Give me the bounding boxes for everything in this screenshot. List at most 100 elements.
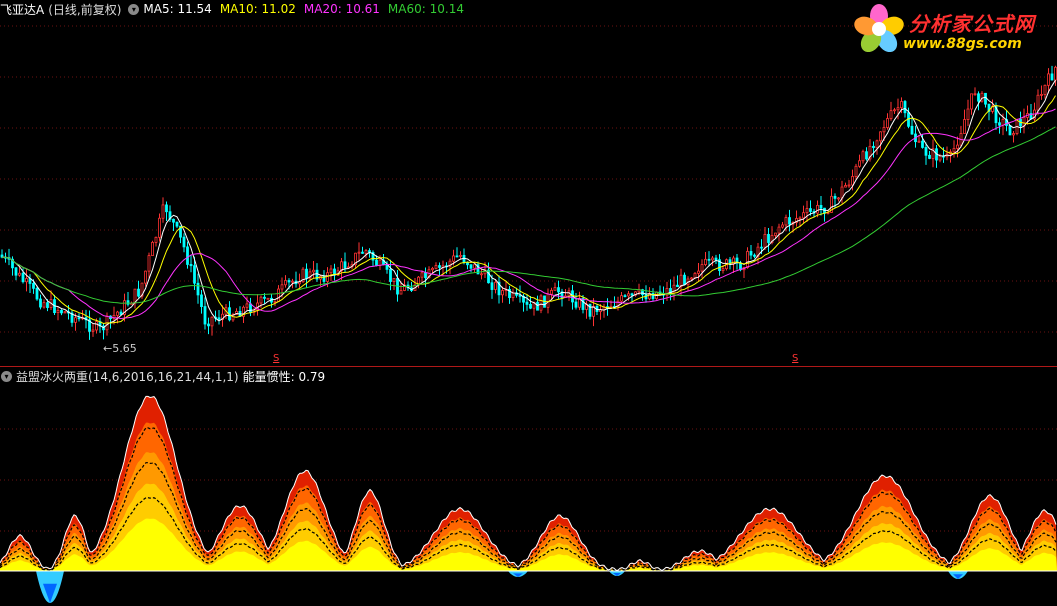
candle-body: [623, 295, 627, 298]
candle-body: [998, 122, 1001, 126]
candle-body: [375, 259, 378, 266]
ma20-label: MA20: 10.61: [303, 2, 380, 16]
watermark-url: www.88gs.com: [903, 36, 1022, 52]
candle-body: [466, 262, 469, 266]
candle-body: [956, 144, 959, 149]
candle-body: [151, 242, 154, 257]
candle-body: [147, 255, 151, 272]
ma10-line: [1, 95, 1056, 325]
ma60-line: [1, 126, 1056, 304]
candle-body: [774, 232, 777, 236]
chevron-down-icon[interactable]: ▾: [1, 370, 12, 382]
candle-body: [700, 264, 704, 272]
candle-body: [431, 267, 434, 271]
price-chart-panel[interactable]: 飞亚达A (日线,前复权) ▾ MA5: 11.54 MA10: 11.02 M…: [0, 0, 1057, 366]
candle-body: [672, 284, 676, 294]
candle-body: [473, 264, 476, 269]
candle-body: [865, 151, 868, 160]
candle-body: [816, 205, 819, 214]
flower-logo-icon: [854, 4, 904, 53]
candle-body: [1008, 125, 1012, 136]
candle-body: [361, 251, 364, 254]
candle-body: [266, 297, 270, 300]
ma5-label: MA5: 11.54: [143, 2, 212, 16]
indicator-chart-canvas[interactable]: [0, 367, 1057, 606]
candle-body: [1040, 93, 1043, 96]
candle-body: [1050, 73, 1054, 81]
candle-body: [196, 282, 200, 296]
candle-body: [886, 118, 889, 128]
candle-body: [1054, 66, 1057, 81]
candle-body: [210, 316, 214, 327]
candle-body: [574, 301, 578, 308]
candle-body: [767, 233, 770, 243]
candle-body: [284, 280, 287, 286]
indicator-panel[interactable]: ▾ 益盟冰火两重(14,6,2016,16,21,44,1,1) 能量惯性: 0…: [0, 367, 1057, 606]
candle-body: [305, 268, 308, 279]
candle-body: [970, 93, 973, 110]
candle-body: [364, 250, 368, 254]
candle-body: [56, 310, 60, 314]
candle-body: [938, 155, 942, 161]
candle-body: [977, 93, 980, 102]
candle-body: [1036, 94, 1040, 111]
candle-body: [329, 268, 333, 274]
candle-body: [490, 282, 494, 290]
signal-mark-sell-2: S: [792, 353, 799, 364]
candle-body: [77, 317, 81, 320]
stock-name[interactable]: 飞亚达A: [0, 1, 44, 18]
candle-body: [203, 306, 207, 325]
candle-body: [501, 290, 504, 296]
candle-body: [1043, 84, 1047, 95]
signal-mark-sell-1: S: [273, 353, 280, 364]
candle-body: [63, 311, 67, 314]
candle-body: [844, 185, 847, 188]
candle-body: [35, 287, 39, 300]
candle-body: [893, 109, 896, 112]
candle-body: [872, 145, 875, 149]
candle-body: [784, 217, 788, 226]
candle-body: [1012, 133, 1015, 136]
price-header: 飞亚达A (日线,前复权) ▾ MA5: 11.54 MA10: 11.02 M…: [0, 0, 468, 18]
candle-body: [46, 302, 49, 308]
candle-body: [798, 217, 802, 220]
candle-body: [200, 294, 203, 307]
candle-body: [851, 176, 854, 186]
candle-body: [175, 221, 179, 227]
candle-body: [753, 254, 756, 257]
candle-body: [1001, 119, 1005, 126]
candle-body: [18, 272, 21, 276]
candle-body: [389, 268, 392, 282]
candle-body: [158, 217, 161, 238]
chevron-down-icon[interactable]: ▾: [128, 3, 140, 15]
low-price-marker: ←5.65: [103, 342, 137, 355]
candle-body: [154, 236, 158, 243]
watermark-title: 分析家公式网: [909, 12, 1035, 36]
candle-body: [312, 269, 315, 273]
candle-body: [627, 293, 630, 297]
candle-body: [207, 323, 210, 327]
candle-body: [287, 280, 291, 283]
candle-body: [875, 140, 879, 149]
candle-body: [277, 288, 280, 302]
candle-body: [837, 197, 840, 200]
candle-body: [679, 274, 683, 288]
candle-body: [952, 148, 956, 153]
candle-body: [781, 224, 784, 228]
indicator-name[interactable]: 益盟冰火两重(14,6,2016,16,21,44,1,1): [16, 368, 239, 385]
candle-body: [536, 301, 539, 311]
candle-body: [182, 236, 186, 248]
candle-body: [291, 280, 294, 283]
candle-body: [763, 233, 767, 248]
candle-body: [630, 293, 634, 296]
candle-body: [25, 278, 28, 283]
candle-body: [788, 217, 791, 225]
candle-body: [557, 287, 560, 293]
candle-body: [161, 204, 165, 219]
indicator-value-label: 能量惯性: 0.79: [242, 369, 326, 384]
candle-body: [917, 140, 921, 143]
candle-body: [620, 295, 623, 302]
candle-body: [833, 195, 837, 199]
candle-body: [511, 292, 515, 298]
candle-body: [42, 302, 46, 308]
